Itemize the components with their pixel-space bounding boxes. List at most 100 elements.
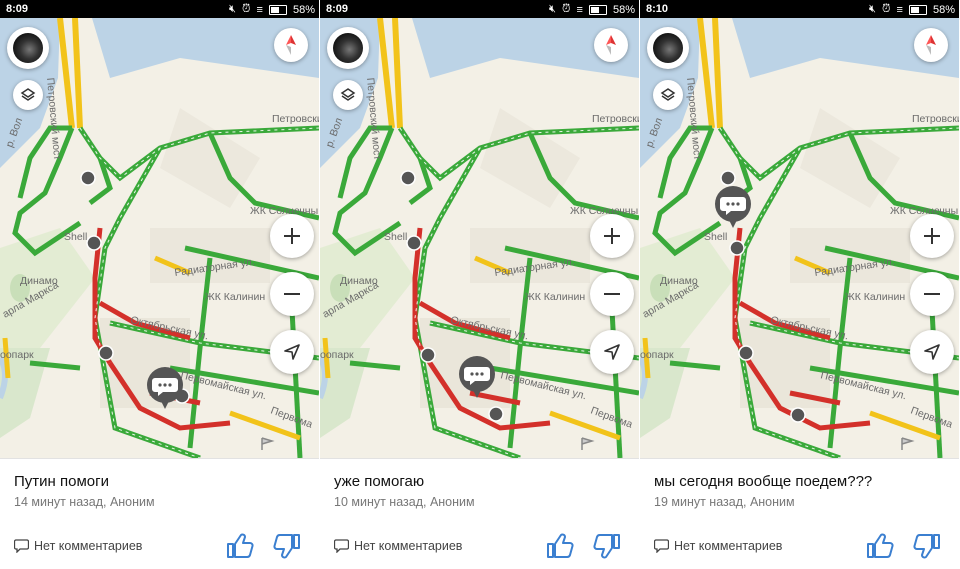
speech-bubble-icon	[14, 539, 29, 553]
comment-card: Путин помоги 14 минут назад, Аноним Нет …	[0, 458, 319, 569]
locate-button[interactable]	[590, 330, 634, 374]
compass-button[interactable]	[274, 28, 308, 62]
selected-comment-pin[interactable]	[714, 185, 752, 229]
zoom-in-button[interactable]	[270, 214, 314, 258]
map-label-petrovsky: Петровски	[592, 113, 639, 125]
compass-icon	[606, 35, 616, 55]
status-bar: 8:10 🔇︎ ⏰︎ ≡ 58%	[640, 0, 959, 18]
mute-icon: 🔇︎	[869, 3, 876, 15]
comment-marker[interactable]	[420, 347, 436, 363]
comment-marker[interactable]	[400, 170, 416, 186]
user-avatar-icon	[333, 33, 363, 63]
like-button[interactable]	[866, 533, 894, 559]
like-button[interactable]	[546, 533, 574, 559]
screen-panel-2: 8:09 🔇︎ ⏰︎ ≡ 58% Петровский мост р. Вол …	[320, 0, 639, 569]
speech-bubble-icon	[715, 186, 751, 228]
battery-icon	[268, 4, 287, 15]
comment-marker[interactable]	[406, 235, 422, 251]
dislike-button[interactable]	[913, 533, 941, 559]
plus-icon	[924, 228, 940, 244]
layers-button[interactable]	[13, 80, 43, 110]
comment-card: уже помогаю 10 минут назад, Аноним Нет к…	[320, 458, 639, 569]
dislike-button[interactable]	[273, 533, 301, 559]
zoom-out-button[interactable]	[910, 272, 954, 316]
battery-icon	[908, 4, 927, 15]
compass-icon	[286, 35, 296, 55]
screens-row: 8:09 🔇︎ ⏰︎ ≡ 58% Петровский мост р. Вол …	[0, 0, 960, 569]
battery-level: 58%	[932, 3, 955, 16]
navigation-arrow-icon	[284, 344, 300, 360]
map-label-shell: Shell	[704, 231, 727, 243]
comment-card: мы сегодня вообще поедем??? 19 минут наз…	[640, 458, 959, 569]
battery-level: 58%	[292, 3, 315, 16]
dislike-button[interactable]	[593, 533, 621, 559]
navigation-arrow-icon	[604, 344, 620, 360]
avatar-button[interactable]	[327, 27, 369, 69]
status-icons: 🔇︎ ⏰︎ ≡ 58%	[869, 3, 955, 16]
comment-marker[interactable]	[720, 170, 736, 186]
status-icons: 🔇︎ ⏰︎ ≡ 58%	[229, 3, 315, 16]
compass-button[interactable]	[914, 28, 948, 62]
comment-marker[interactable]	[738, 345, 754, 361]
map-label-shell: Shell	[384, 231, 407, 243]
user-avatar-icon	[13, 33, 43, 63]
speech-bubble-icon	[459, 356, 495, 398]
minus-icon	[604, 293, 620, 295]
compass-button[interactable]	[594, 28, 628, 62]
like-button[interactable]	[226, 533, 254, 559]
zoom-in-button[interactable]	[590, 214, 634, 258]
zoom-out-button[interactable]	[270, 272, 314, 316]
zoom-in-button[interactable]	[910, 214, 954, 258]
screen-panel-1: 8:09 🔇︎ ⏰︎ ≡ 58% Петровский мост р. Вол …	[0, 0, 319, 569]
map-label-kalinin: ЖК Калинин	[845, 291, 905, 303]
thumbs-down-icon	[593, 534, 620, 559]
speech-bubble-icon	[334, 539, 349, 553]
layers-button[interactable]	[333, 80, 363, 110]
status-time: 8:10	[646, 3, 669, 15]
speech-bubble-icon	[654, 539, 669, 553]
comment-meta: 10 минут назад, Аноним	[334, 495, 475, 509]
avatar-button[interactable]	[647, 27, 689, 69]
map-label-petrovsky: Петровски	[272, 113, 319, 125]
layers-icon	[340, 88, 356, 101]
comments-link[interactable]: Нет комментариев	[654, 539, 782, 553]
thumbs-up-icon	[227, 533, 254, 558]
comment-meta: 19 минут назад, Аноним	[654, 495, 795, 509]
map-label-petrovsky: Петровски	[912, 113, 959, 125]
comment-marker[interactable]	[729, 240, 745, 256]
locate-button[interactable]	[910, 330, 954, 374]
map-label-kalinin: ЖК Калинин	[525, 291, 585, 303]
comment-text: мы сегодня вообще поедем???	[654, 473, 873, 490]
battery-level: 58%	[612, 3, 635, 16]
navigation-arrow-icon	[924, 344, 940, 360]
comment-marker[interactable]	[488, 406, 504, 422]
comments-link[interactable]: Нет комментариев	[334, 539, 462, 553]
status-bar: 8:09 🔇︎ ⏰︎ ≡ 58%	[320, 0, 639, 18]
map-label-zoopark: оопарк	[0, 349, 34, 361]
map-label-zoopark: оопарк	[640, 349, 674, 361]
plus-icon	[284, 228, 300, 244]
layers-button[interactable]	[653, 80, 683, 110]
status-time: 8:09	[326, 3, 349, 15]
thumbs-down-icon	[913, 534, 940, 559]
alarm-icon: ⏰︎	[561, 3, 571, 15]
status-icons: 🔇︎ ⏰︎ ≡ 58%	[549, 3, 635, 16]
comment-meta: 14 минут назад, Аноним	[14, 495, 155, 509]
selected-comment-pin[interactable]	[146, 366, 184, 410]
minus-icon	[284, 293, 300, 295]
mute-icon: 🔇︎	[229, 3, 236, 15]
zoom-out-button[interactable]	[590, 272, 634, 316]
comment-marker[interactable]	[790, 407, 806, 423]
selected-comment-pin[interactable]	[458, 355, 496, 399]
comments-count-label: Нет комментариев	[34, 539, 143, 553]
locate-button[interactable]	[270, 330, 314, 374]
mute-icon: 🔇︎	[549, 3, 556, 15]
speech-bubble-icon	[147, 367, 183, 409]
comment-marker[interactable]	[80, 170, 96, 186]
user-avatar-icon	[653, 33, 683, 63]
comment-marker[interactable]	[86, 235, 102, 251]
avatar-button[interactable]	[7, 27, 49, 69]
comment-marker[interactable]	[98, 345, 114, 361]
comments-link[interactable]: Нет комментариев	[14, 539, 142, 553]
layers-icon	[660, 88, 676, 101]
